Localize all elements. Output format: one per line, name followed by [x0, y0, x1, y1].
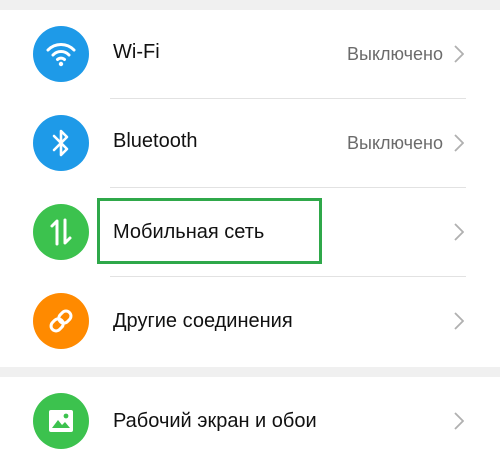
chevron-right-icon [454, 312, 464, 330]
link-icon [33, 293, 89, 349]
chevron-right-icon [454, 45, 464, 63]
image-icon [33, 393, 89, 449]
home-screen-label: Рабочий экран и обои [113, 410, 317, 432]
image-glyph [49, 410, 73, 432]
chevron-right-icon [454, 412, 464, 430]
bluetooth-label: Bluetooth [113, 130, 198, 152]
link-glyph [49, 309, 73, 333]
other-connections-row[interactable]: Другие соединения [0, 277, 500, 365]
highlight-box [97, 198, 322, 264]
bluetooth-row[interactable]: Bluetooth Выключено [0, 99, 500, 187]
wifi-status: Выключено [347, 44, 443, 64]
bluetooth-icon [33, 115, 89, 171]
wifi-label: Wi-Fi [113, 41, 160, 63]
wifi-icon [33, 26, 89, 82]
chevron-right-icon [454, 134, 464, 152]
wifi-glyph [46, 43, 76, 67]
other-connections-label: Другие соединения [113, 310, 293, 332]
bluetooth-glyph [52, 129, 69, 157]
wifi-row[interactable]: Wi-Fi Выключено [0, 10, 500, 98]
mobile-data-glyph [50, 218, 72, 246]
bluetooth-status: Выключено [347, 133, 443, 153]
mobile-data-icon [33, 204, 89, 260]
home-screen-row[interactable]: Рабочий экран и обои [0, 377, 500, 460]
chevron-right-icon [454, 223, 464, 241]
